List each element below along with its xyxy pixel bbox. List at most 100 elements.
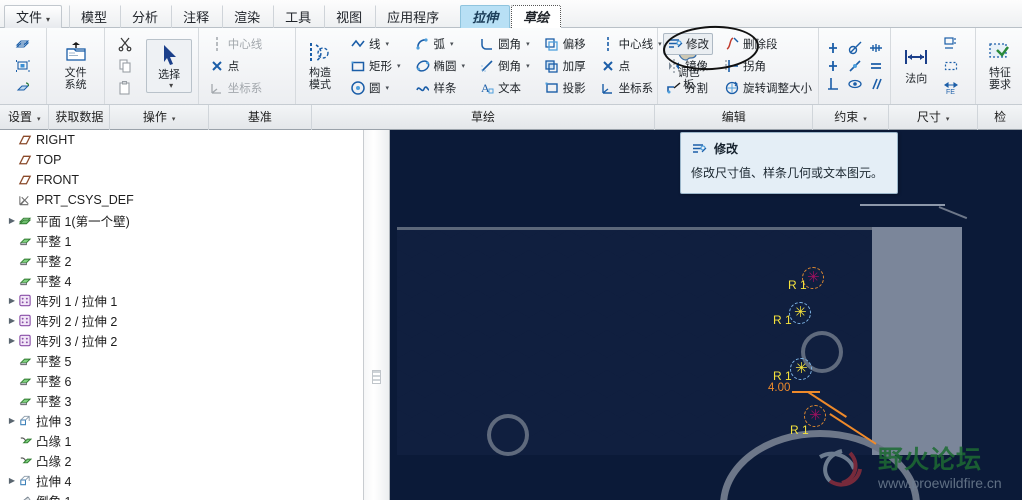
- normal-dimension-button[interactable]: 法向: [894, 30, 938, 102]
- equal-constraint-icon[interactable]: [868, 58, 884, 74]
- tree-item[interactable]: ▶ 拉伸 3: [0, 410, 363, 430]
- file-system-button[interactable]: 文件 系统: [53, 30, 99, 102]
- midpoint-constraint-icon[interactable]: [868, 40, 884, 56]
- expand-arrow-icon[interactable]: ▶: [6, 216, 18, 225]
- delete-segment-button[interactable]: 删除段: [721, 33, 815, 55]
- perimeter-dimension-button[interactable]: FE: [940, 77, 962, 99]
- splitter-grip[interactable]: [372, 370, 381, 384]
- parallel-constraint-icon[interactable]: [868, 76, 884, 92]
- tree-item[interactable]: ▶凸缘 2: [0, 450, 363, 470]
- expand-arrow-icon[interactable]: ▶: [6, 316, 18, 325]
- reference-dimension-button[interactable]: [940, 55, 962, 77]
- fillet-icon: [479, 36, 495, 52]
- feature-requirement-button[interactable]: 特征 要求: [979, 30, 1021, 102]
- select-button[interactable]: 选择 ▾: [146, 39, 193, 93]
- paste-button[interactable]: [114, 77, 136, 99]
- tree-item[interactable]: ▶凸缘 1: [0, 430, 363, 450]
- line-button[interactable]: 线 ▾: [347, 33, 404, 55]
- sheetmetal-convert-button[interactable]: [12, 77, 34, 99]
- tree-item[interactable]: ▶倒角 1: [0, 490, 363, 500]
- rectangle-button[interactable]: 矩形 ▾: [347, 55, 404, 77]
- arc-label: 弧: [433, 39, 446, 51]
- datum-csys-button[interactable]: 坐标系: [206, 77, 292, 99]
- cut-button[interactable]: [114, 33, 136, 55]
- tree-item[interactable]: ▶ 阵列 1 / 拉伸 1: [0, 290, 363, 310]
- datum-point-button[interactable]: 点: [206, 55, 292, 77]
- divide-button[interactable]: 分割: [663, 77, 713, 99]
- constraint-row-1: [822, 40, 887, 56]
- mirror-button[interactable]: 镜像: [663, 55, 713, 77]
- construction-mode-button[interactable]: 构造 模式: [299, 30, 341, 102]
- vertical-constraint-icon[interactable]: [825, 40, 841, 56]
- tree-item[interactable]: ▶平整 3: [0, 390, 363, 410]
- tab-view[interactable]: 视图: [324, 5, 374, 29]
- group-label-settings[interactable]: 设置 ▾: [0, 104, 50, 130]
- tree-item[interactable]: ▶平整 1: [0, 230, 363, 250]
- fillet-button[interactable]: 圆角 ▾: [476, 33, 533, 55]
- line-icon: [350, 36, 366, 52]
- arc-icon: [415, 36, 431, 52]
- spline-button[interactable]: 样条: [412, 77, 469, 99]
- tree-item[interactable]: ▶平整 4: [0, 270, 363, 290]
- tab-annotate[interactable]: 注释: [171, 5, 221, 29]
- expand-arrow-icon[interactable]: ▶: [6, 296, 18, 305]
- baseline-dimension-button[interactable]: [940, 33, 962, 55]
- group-label-dimension[interactable]: 尺寸 ▾: [889, 104, 979, 130]
- file-system-icon: [63, 40, 89, 66]
- sheetmetal-params-button[interactable]: [12, 55, 34, 77]
- expand-arrow-icon[interactable]: ▶: [6, 476, 18, 485]
- tab-extrude[interactable]: 拉伸: [460, 5, 511, 29]
- copy-button[interactable]: [114, 55, 136, 77]
- expand-arrow-icon[interactable]: ▶: [6, 416, 18, 425]
- coincident-constraint-icon[interactable]: [847, 58, 863, 74]
- offset-button[interactable]: 偏移: [541, 33, 589, 55]
- tab-model[interactable]: 模型: [69, 5, 119, 29]
- tab-tools[interactable]: 工具: [273, 5, 323, 29]
- sketch-point-button[interactable]: 点: [597, 55, 665, 77]
- arc-button[interactable]: 弧 ▾: [412, 33, 469, 55]
- tree-item[interactable]: ▶TOP: [0, 150, 363, 170]
- text-button[interactable]: A 文本: [476, 77, 533, 99]
- tree-item-label: PRT_CSYS_DEF: [36, 193, 134, 207]
- tree-viewport-splitter[interactable]: [364, 130, 390, 500]
- sketch-csys-button[interactable]: 坐标系: [597, 77, 665, 99]
- tree-item[interactable]: ▶ 阵列 3 / 拉伸 2: [0, 330, 363, 350]
- group-label-operations[interactable]: 操作 ▾: [110, 104, 210, 130]
- ellipse-button[interactable]: 椭圆 ▾: [412, 55, 469, 77]
- datum-centerline-button[interactable]: 中心线: [206, 33, 292, 55]
- tree-item[interactable]: ▶ 平面 1(第一个壁): [0, 210, 363, 230]
- tree-item[interactable]: ▶PRT_CSYS_DEF: [0, 190, 363, 210]
- project-button[interactable]: 投影: [541, 77, 589, 99]
- symmetric-constraint-icon[interactable]: [847, 76, 863, 92]
- tree-item[interactable]: ▶平整 2: [0, 250, 363, 270]
- tree-item[interactable]: ▶平整 6: [0, 370, 363, 390]
- circle-button[interactable]: 圆 ▾: [347, 77, 404, 99]
- horizontal-constraint-icon[interactable]: [825, 58, 841, 74]
- tab-sketch[interactable]: 草绘: [511, 5, 562, 29]
- thicken-button[interactable]: 加厚: [541, 55, 589, 77]
- sketch-centerline-button[interactable]: 中心线 ▾: [597, 33, 665, 55]
- rotate-resize-button[interactable]: 旋转调整大小: [721, 77, 815, 99]
- sheetmetal-setup-button[interactable]: [12, 33, 34, 55]
- group-label-inspect: 检: [994, 109, 1007, 124]
- tab-applications[interactable]: 应用程序: [375, 5, 451, 29]
- tree-item[interactable]: ▶ 阵列 2 / 拉伸 2: [0, 310, 363, 330]
- expand-arrow-icon[interactable]: ▶: [6, 336, 18, 345]
- tab-analysis[interactable]: 分析: [120, 5, 170, 29]
- model-tree[interactable]: ▶RIGHT▶TOP▶FRONT▶PRT_CSYS_DEF▶平面 1(第一个壁)…: [0, 130, 364, 500]
- sketch-col-4: 偏移 加厚 投影: [541, 30, 589, 102]
- corner-button[interactable]: 拐角: [721, 55, 815, 77]
- dimension-value[interactable]: 4.00: [768, 382, 790, 394]
- tree-item[interactable]: ▶平整 5: [0, 350, 363, 370]
- tab-file[interactable]: 文件 ▾: [4, 5, 63, 29]
- modify-button[interactable]: 修改: [663, 33, 714, 55]
- tree-item[interactable]: ▶RIGHT: [0, 130, 363, 150]
- perpendicular-constraint-icon[interactable]: [825, 76, 841, 92]
- tree-item[interactable]: ▶FRONT: [0, 170, 363, 190]
- flat-icon: [18, 373, 32, 387]
- tangent-constraint-icon[interactable]: [847, 40, 863, 56]
- tab-render[interactable]: 渲染: [222, 5, 272, 29]
- tree-item[interactable]: ▶ 拉伸 4: [0, 470, 363, 490]
- chamfer-button[interactable]: 倒角 ▾: [476, 55, 533, 77]
- group-label-constraints[interactable]: 约束 ▾: [813, 104, 890, 130]
